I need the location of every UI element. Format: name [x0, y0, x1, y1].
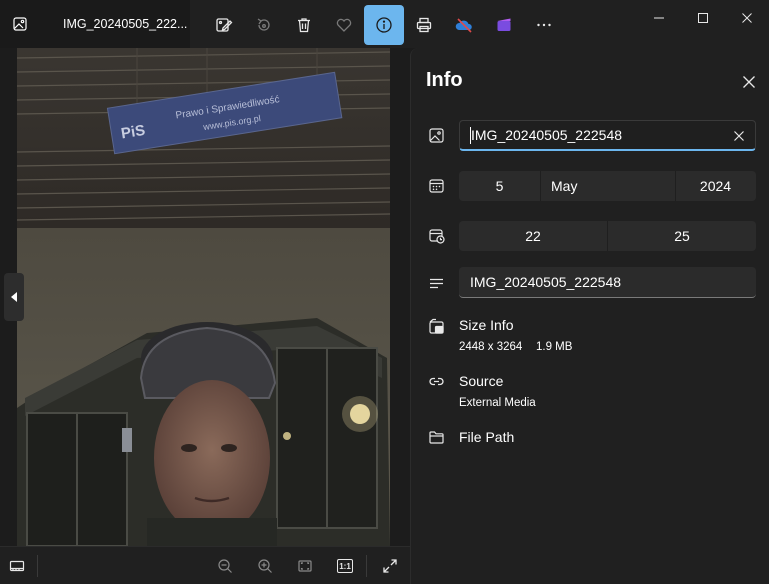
file-path-link[interactable]: File Path — [459, 429, 514, 445]
source-value: External Media — [459, 397, 536, 409]
minimize-button[interactable] — [637, 4, 681, 32]
delete-button[interactable] — [285, 6, 323, 44]
fullscreen-icon — [383, 559, 397, 573]
fullscreen-button[interactable] — [379, 555, 401, 577]
maximize-button[interactable] — [681, 4, 725, 32]
print-button[interactable] — [405, 6, 443, 44]
file-size: 1.9 MB — [536, 341, 573, 353]
title-bar: IMG_20240505_222... — [0, 0, 769, 48]
delete-icon — [298, 18, 310, 33]
actual-size-icon: 1:1 — [337, 559, 353, 573]
date-picker[interactable]: 5 May 2024 — [459, 171, 756, 201]
file-tab[interactable]: IMG_20240505_222... — [0, 0, 190, 48]
time-minute[interactable]: 25 — [608, 221, 756, 251]
resize-icon — [427, 317, 445, 335]
clipchamp-button[interactable] — [485, 6, 523, 44]
actual-size-button[interactable]: 1:1 — [334, 555, 356, 577]
photo-icon — [12, 16, 28, 32]
time-hour[interactable]: 22 — [459, 221, 607, 251]
bottom-toolbar: 1:1 — [0, 546, 410, 584]
image-dimensions: 2448 x 3264 — [459, 341, 523, 353]
onedrive-button[interactable] — [445, 6, 483, 44]
previous-photo-button[interactable] — [4, 273, 24, 321]
favorite-button[interactable] — [325, 6, 363, 44]
zoom-in-icon — [258, 559, 272, 573]
close-icon — [743, 76, 755, 88]
separator — [37, 555, 38, 577]
photo-viewer[interactable]: PiS Prawo i Sprawiedliwość www.pis.org.p… — [0, 48, 410, 546]
photo-image: PiS Prawo i Sprawiedliwość www.pis.org.p… — [17, 48, 390, 546]
print-icon — [416, 17, 432, 33]
favorite-icon — [336, 18, 352, 32]
size-info-label: Size Info — [459, 317, 514, 333]
time-picker[interactable]: 22 25 — [459, 221, 756, 251]
maximize-icon — [698, 13, 708, 23]
edit-image-icon — [216, 18, 233, 32]
title-input-value: IMG_20240505_222548 — [471, 127, 623, 143]
image-icon — [427, 126, 445, 144]
filmstrip-button[interactable] — [6, 555, 28, 577]
zoom-in-button[interactable] — [254, 555, 276, 577]
caption-input[interactable]: IMG_20240505_222548 — [459, 267, 756, 298]
close-info-button[interactable] — [739, 72, 759, 92]
separator — [540, 171, 541, 201]
zoom-out-icon — [218, 559, 232, 573]
fit-icon — [298, 560, 312, 572]
info-icon — [376, 17, 392, 33]
close-icon — [742, 13, 752, 23]
date-year[interactable]: 2024 — [675, 171, 756, 201]
fit-to-window-button[interactable] — [294, 555, 316, 577]
date-month[interactable]: May — [551, 171, 671, 201]
onedrive-icon — [455, 18, 472, 33]
edit-image-button[interactable] — [205, 6, 243, 44]
clipchamp-icon — [497, 18, 511, 31]
separator — [366, 555, 367, 577]
source-label: Source — [459, 373, 504, 389]
rotate-button[interactable] — [245, 6, 283, 44]
info-button[interactable] — [364, 5, 404, 45]
link-icon — [427, 372, 445, 390]
triangle-left-icon — [11, 292, 17, 302]
clear-icon[interactable] — [733, 129, 745, 141]
info-title: Info — [426, 69, 463, 91]
clock-calendar-icon — [427, 226, 445, 244]
more-button[interactable] — [525, 6, 563, 44]
caption-input-value: IMG_20240505_222548 — [470, 274, 622, 290]
rotate-icon — [257, 18, 270, 31]
zoom-out-button[interactable] — [214, 555, 236, 577]
calendar-icon — [427, 176, 445, 194]
title-input[interactable]: IMG_20240505_222548 — [459, 120, 756, 151]
text-align-icon — [427, 274, 445, 292]
date-day[interactable]: 5 — [459, 171, 540, 201]
file-name-title: IMG_20240505_222... — [63, 17, 188, 31]
minimize-icon — [654, 17, 664, 19]
info-panel: Info IMG_20240505_222548 5 May 2024 22 2… — [410, 48, 769, 584]
close-window-button[interactable] — [725, 4, 769, 32]
filmstrip-icon — [9, 560, 25, 572]
more-icon — [537, 23, 551, 27]
folder-icon — [427, 428, 445, 446]
photo[interactable]: PiS Prawo i Sprawiedliwość www.pis.org.p… — [17, 48, 390, 546]
